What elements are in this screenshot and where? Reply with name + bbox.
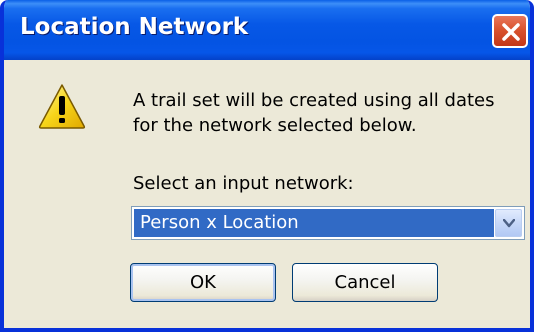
warning-icon: [38, 84, 86, 129]
network-dropdown-value: Person x Location: [134, 209, 494, 237]
dialog-title: Location Network: [20, 14, 249, 40]
message-line-1: A trail set will be created using all da…: [133, 90, 495, 111]
network-select-label: Select an input network:: [133, 173, 354, 194]
dropdown-arrow-button[interactable]: [495, 209, 522, 237]
cancel-button[interactable]: Cancel: [292, 263, 438, 302]
ok-button[interactable]: OK: [130, 263, 276, 302]
close-icon: [502, 23, 520, 41]
dialog-message: A trail set will be created using all da…: [133, 88, 523, 138]
close-button[interactable]: [492, 14, 528, 48]
message-line-2: for the network selected below.: [133, 115, 417, 136]
network-dropdown[interactable]: Person x Location: [131, 206, 525, 240]
title-bar[interactable]: Location Network: [4, 0, 530, 60]
dialog-body: A trail set will be created using all da…: [4, 60, 530, 328]
dialog-window: Location Network A trail set will be cre…: [0, 0, 534, 332]
chevron-down-icon: [503, 219, 515, 228]
